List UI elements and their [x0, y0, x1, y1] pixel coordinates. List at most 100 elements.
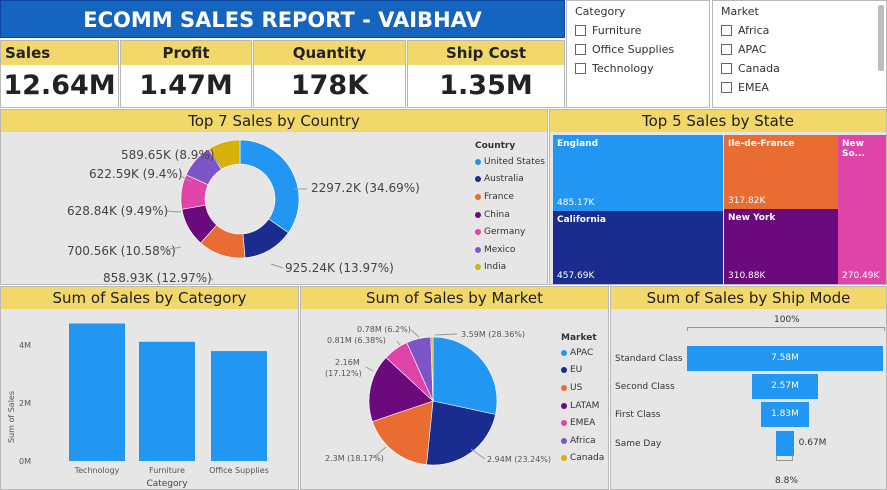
kpi-sales-value: 12.64M: [3, 70, 116, 101]
legend-item[interactable]: India: [475, 259, 545, 277]
bar-technology[interactable]: [69, 323, 125, 461]
category-option-office-supplies[interactable]: Office Supplies: [575, 43, 709, 56]
market-legend-title: Market: [561, 333, 597, 343]
funnel-row-label: First Class: [615, 410, 661, 420]
treemap-new-south-wales[interactable]: New So... 270.49K: [838, 135, 886, 284]
legend-label: Canada: [570, 453, 605, 464]
legend-label: United States: [484, 156, 545, 167]
legend-item[interactable]: United States: [475, 153, 545, 171]
kpi-sales: Sales 12.64M: [0, 40, 119, 108]
legend-item[interactable]: Africa: [561, 432, 604, 450]
country-chart-title: Top 7 Sales by Country: [1, 110, 547, 132]
treemap-label: England: [557, 139, 599, 149]
legend-item[interactable]: Mexico: [475, 241, 545, 259]
checkbox-icon[interactable]: [721, 44, 732, 55]
market-pie-svg: 3.59M (28.36%) 2.94M (23.24%) 2.3M (18.1…: [325, 325, 551, 466]
shipmode-chart-title: Sum of Sales by Ship Mode: [611, 287, 886, 309]
treemap-label: New So...: [842, 139, 865, 159]
market-chart-title: Sum of Sales by Market: [301, 287, 608, 309]
treemap-value: 317.82K: [728, 196, 766, 206]
funnel-bar[interactable]: 0.67M: [776, 431, 826, 456]
shipmode-chart-panel: Sum of Sales by Ship Mode 100% Standard …: [610, 286, 887, 490]
legend-dot-icon: [475, 193, 481, 200]
market-slicer-title: Market: [721, 5, 759, 18]
funnel-bar[interactable]: 1.83M: [761, 402, 809, 427]
treemap-value: 457.69K: [557, 271, 595, 281]
leader-line: [270, 263, 284, 269]
legend-item[interactable]: Germany: [475, 223, 545, 241]
country-label-india: 589.65K (8.9%): [121, 148, 215, 162]
legend-label: Australia: [484, 174, 524, 185]
legend-dot-icon: [475, 264, 481, 271]
option-label: Furniture: [592, 24, 642, 37]
funnel-row-label: Standard Class: [615, 354, 683, 364]
kpi-quantity-label: Quantity: [254, 41, 405, 65]
legend-item[interactable]: EU: [561, 362, 604, 380]
kpi-profit-label: Profit: [121, 41, 251, 65]
category-bar-svg: Sum of Sales 4M 2M 0M Technology Furnitu…: [7, 323, 269, 489]
treemap-england[interactable]: England 485.17K: [553, 135, 723, 211]
checkbox-icon[interactable]: [721, 82, 732, 93]
treemap-ile-de-france[interactable]: Ile-de-France 317.82K: [724, 135, 838, 209]
state-chart-title: Top 5 Sales by State: [550, 110, 886, 132]
category-option-technology[interactable]: Technology: [575, 62, 709, 75]
funnel-value: 2.57M: [771, 381, 799, 391]
legend-item[interactable]: EMEA: [561, 414, 604, 432]
checkbox-icon[interactable]: [575, 25, 586, 36]
country-label-china: 700.56K (10.58%): [67, 244, 176, 258]
legend-label: India: [484, 262, 507, 273]
kpi-shipcost-value: 1.35M: [439, 70, 533, 101]
market-option-emea[interactable]: EMEA: [721, 81, 886, 94]
slice-united-states[interactable]: [239, 139, 300, 234]
category-chart-panel: Sum of Sales by Category Sum of Sales 4M…: [0, 286, 299, 490]
option-label: EMEA: [738, 81, 769, 94]
kpi-sales-label: Sales: [1, 41, 118, 65]
x-tick-furniture: Furniture: [149, 466, 185, 475]
leader-line: [365, 366, 374, 372]
bar-furniture[interactable]: [139, 341, 195, 461]
legend-item[interactable]: LATAM: [561, 397, 604, 415]
checkbox-icon[interactable]: [575, 44, 586, 55]
option-label: Office Supplies: [592, 43, 675, 56]
legend-item[interactable]: APAC: [561, 344, 604, 362]
legend-item[interactable]: US: [561, 379, 604, 397]
kpi-quantity: Quantity 178K: [253, 40, 406, 108]
legend-item[interactable]: France: [475, 188, 545, 206]
market-label-africa: 0.78M (6.2%): [357, 325, 411, 334]
legend-item[interactable]: Australia: [475, 171, 545, 189]
option-label: Africa: [738, 24, 770, 37]
legend-dot-icon: [475, 176, 481, 183]
leader-line: [396, 340, 401, 346]
legend-dot-icon: [561, 420, 567, 427]
market-option-africa[interactable]: Africa: [721, 24, 886, 37]
slicer-scrollbar[interactable]: [878, 5, 884, 71]
treemap-label: California: [557, 215, 606, 225]
market-option-canada[interactable]: Canada: [721, 62, 886, 75]
kpi-profit: Profit 1.47M: [120, 40, 252, 108]
checkbox-icon[interactable]: [575, 63, 586, 74]
legend-item[interactable]: Canada: [561, 450, 604, 468]
checkbox-icon[interactable]: [721, 25, 732, 36]
x-axis-label: Category: [146, 479, 188, 489]
country-legend-title: Country: [475, 141, 516, 151]
country-legend: Country United States Australia France Chin…: [475, 141, 545, 276]
bar-office-supplies[interactable]: [211, 351, 267, 461]
funnel-bar[interactable]: 7.58M: [687, 346, 883, 371]
legend-item[interactable]: China: [475, 206, 545, 224]
checkbox-icon[interactable]: [721, 63, 732, 74]
market-option-apac[interactable]: APAC: [721, 43, 886, 56]
funnel-value: 1.83M: [771, 409, 799, 419]
market-label-us: 2.3M (18.17%): [325, 454, 384, 463]
legend-dot-icon: [561, 437, 567, 444]
market-chart-panel: Sum of Sales by Market 3.59M (28.36%) 2.…: [300, 286, 609, 490]
legend-label: EMEA: [570, 418, 596, 429]
treemap-new-york[interactable]: New York 310.88K: [724, 209, 838, 284]
country-label-united-states: 2297.2K (34.69%): [311, 181, 420, 195]
legend-label: Germany: [484, 227, 526, 238]
legend-label: Mexico: [484, 244, 516, 255]
country-label-mexico: 622.59K (9.4%): [89, 167, 183, 181]
funnel-bar[interactable]: 2.57M: [751, 374, 819, 399]
category-option-furniture[interactable]: Furniture: [575, 24, 709, 37]
market-label-eu: 2.94M (23.24%): [487, 455, 551, 464]
treemap-california[interactable]: California 457.69K: [553, 211, 723, 284]
